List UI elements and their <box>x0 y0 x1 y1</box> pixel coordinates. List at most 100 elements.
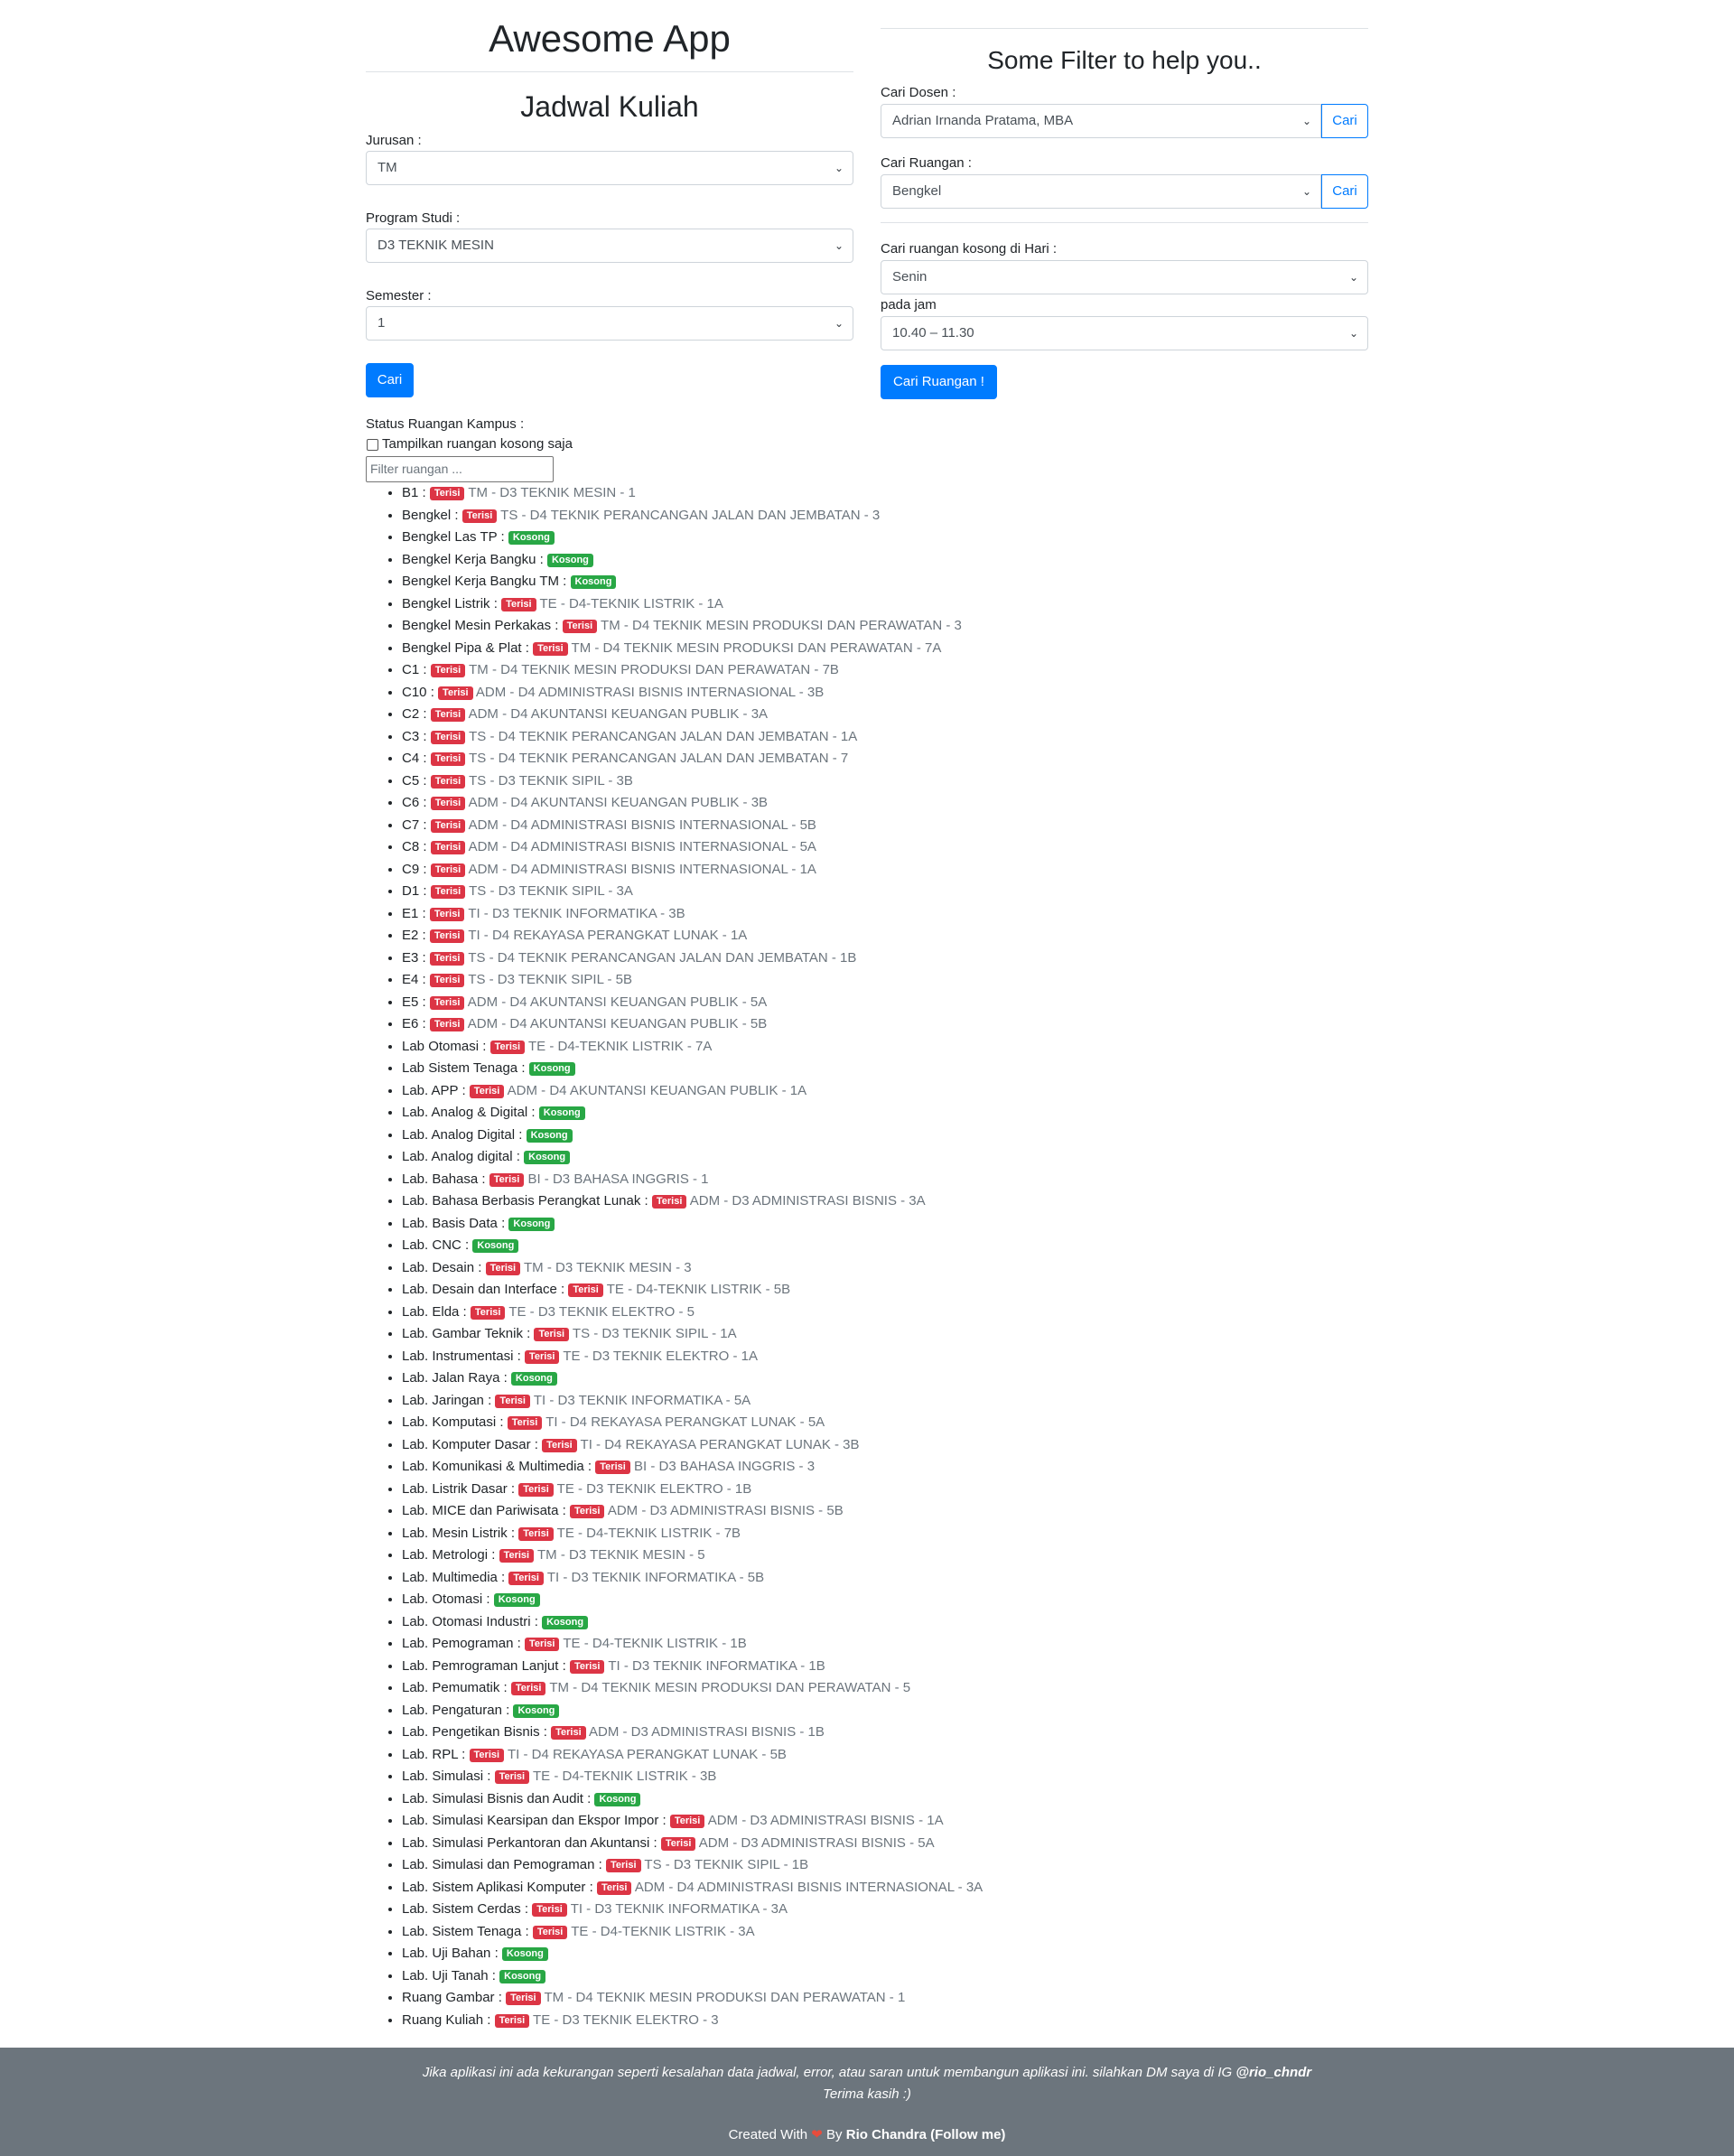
room-list-item: Lab. Uji Tanah : Kosong <box>402 1965 1359 1988</box>
room-schedule-info: TS - D4 TEKNIK PERANCANGAN JALAN DAN JEM… <box>469 728 858 744</box>
jurusan-select[interactable]: TM ⌄ <box>366 151 853 185</box>
room-name: Lab. Simulasi Bisnis dan Audit <box>402 1790 583 1806</box>
status-badge: Terisi <box>469 1748 505 1762</box>
room-name: Bengkel Listrik <box>402 595 490 611</box>
jadwal-title: Jadwal Kuliah <box>520 90 699 123</box>
chevron-down-icon: ⌄ <box>1301 185 1311 198</box>
room-name: Lab. Simulasi <box>402 1769 484 1784</box>
room-name: Lab. Simulasi dan Pemograman <box>402 1857 595 1872</box>
semester-label: Semester : <box>366 288 432 303</box>
status-badge: Terisi <box>495 1394 530 1408</box>
room-list-item: Lab. Komputer Dasar : Terisi TI - D4 REK… <box>402 1434 1359 1457</box>
status-badge: Kosong <box>594 1792 641 1806</box>
dosen-select[interactable]: Adrian Irnanda Pratama, MBA ⌄ <box>881 104 1321 138</box>
room-schedule-info: TS - D3 TEKNIK SIPIL - 3A <box>469 883 633 899</box>
prodi-select[interactable]: D3 TEKNIK MESIN ⌄ <box>366 229 853 263</box>
room-schedule-info: TM - D3 TEKNIK MESIN - 3 <box>524 1259 692 1275</box>
status-badge: Terisi <box>507 1416 543 1430</box>
room-list-item: Lab. Analog Digital : Kosong <box>402 1125 1359 1147</box>
room-list-item: Bengkel Mesin Perkakas : Terisi TM - D4 … <box>402 615 1359 638</box>
room-list-item: Lab. Elda : Terisi TE - D3 TEKNIK ELEKTR… <box>402 1302 1359 1324</box>
room-list-item: Lab. Desain dan Interface : Terisi TE - … <box>402 1279 1359 1302</box>
room-schedule-info: ADM - D4 AKUNTANSI KEUANGAN PUBLIK - 1A <box>507 1082 807 1098</box>
status-badge: Terisi <box>518 1482 554 1497</box>
room-name: Lab. Multimedia <box>402 1569 498 1585</box>
room-name: Lab. Desain dan Interface <box>402 1282 557 1297</box>
dosen-value: Adrian Irnanda Pratama, MBA <box>892 113 1074 128</box>
room-list-item: Lab. Analog digital : Kosong <box>402 1146 1359 1169</box>
room-list-item: Lab. Bahasa : Terisi BI - D3 BAHASA INGG… <box>402 1169 1359 1191</box>
room-list-item: C2 : Terisi ADM - D4 AKUNTANSI KEUANGAN … <box>402 704 1359 726</box>
room-list-item: D1 : Terisi TS - D3 TEKNIK SIPIL - 3A <box>402 881 1359 903</box>
status-badge: Kosong <box>570 575 617 589</box>
room-list-item: C9 : Terisi ADM - D4 ADMINISTRASI BISNIS… <box>402 859 1359 882</box>
hari-select[interactable]: Senin ⌄ <box>881 260 1368 294</box>
room-name: Bengkel Pipa & Plat <box>402 639 522 656</box>
room-list-item: Lab. Basis Data : Kosong <box>402 1213 1359 1236</box>
cari-ruangan-kosong-button[interactable]: Cari Ruangan ! <box>881 365 997 399</box>
room-name: Lab. Bahasa Berbasis Perangkat Lunak <box>402 1193 641 1209</box>
status-badge: Terisi <box>651 1195 687 1209</box>
status-badge: Kosong <box>524 1151 571 1164</box>
semester-select[interactable]: 1 ⌄ <box>366 306 853 341</box>
chevron-down-icon: ⌄ <box>1348 327 1358 340</box>
room-name: Lab. Jalan Raya <box>402 1370 500 1386</box>
room-name: C5 <box>402 772 420 789</box>
room-list-item: Lab. Komputasi : Terisi TI - D4 REKAYASA… <box>402 1412 1359 1434</box>
room-name: Lab. Simulasi Kearsipan dan Ekspor Impor <box>402 1813 659 1828</box>
room-list-item: C4 : Terisi TS - D4 TEKNIK PERANCANGAN J… <box>402 748 1359 770</box>
jam-select[interactable]: 10.40 – 11.30 ⌄ <box>881 316 1368 350</box>
room-name: E4 <box>402 972 419 987</box>
room-list-item: E2 : Terisi TI - D4 REKAYASA PERANGKAT L… <box>402 925 1359 947</box>
room-list-item: C1 : Terisi TM - D4 TEKNIK MESIN PRODUKS… <box>402 659 1359 682</box>
room-schedule-info: TI - D4 REKAYASA PERANGKAT LUNAK - 1A <box>468 928 748 943</box>
status-badge: Terisi <box>494 2013 530 2028</box>
room-list-item: Lab. Otomasi Industri : Kosong <box>402 1611 1359 1634</box>
room-schedule-info: ADM - D4 ADMINISTRASI BISNIS INTERNASION… <box>468 817 816 833</box>
room-schedule-info: TM - D4 TEKNIK MESIN PRODUKSI DAN PERAWA… <box>549 1680 911 1695</box>
status-badge: Kosong <box>508 531 555 545</box>
chevron-down-icon: ⌄ <box>834 317 844 330</box>
room-name: C1 <box>402 662 420 677</box>
author-link[interactable]: Rio Chandra (Follow me) <box>846 2127 1006 2142</box>
room-name: Bengkel Las TP <box>402 529 498 545</box>
room-name: Lab. Bahasa <box>402 1171 479 1187</box>
room-name: Ruang Kuliah <box>402 2011 484 2028</box>
room-name: Lab. RPL <box>402 1746 458 1762</box>
cari-dosen-button[interactable]: Cari <box>1321 104 1368 138</box>
footer-credit: Created With ❤ By Rio Chandra (Follow me… <box>0 2126 1734 2144</box>
ig-handle-link[interactable]: @rio_chndr <box>1235 2065 1311 2080</box>
room-schedule-info: TE - D3 TEKNIK ELEKTRO - 3 <box>533 2011 719 2028</box>
room-name: Lab. Sistem Aplikasi Komputer <box>402 1879 586 1895</box>
room-list-item: Lab. Jalan Raya : Kosong <box>402 1367 1359 1390</box>
jam-label: pada jam <box>881 297 937 313</box>
room-list-item: E1 : Terisi TI - D3 TEKNIK INFORMATIKA -… <box>402 903 1359 926</box>
room-list-item: Lab. Pengetikan Bisnis : Terisi ADM - D3… <box>402 1722 1359 1744</box>
ruangan-label: Cari Ruangan : <box>881 155 972 171</box>
room-name: Lab. Uji Bahan <box>402 1946 491 1961</box>
room-schedule-info: TS - D3 TEKNIK SIPIL - 3B <box>469 772 633 789</box>
room-name: Lab. Analog & Digital <box>402 1105 528 1120</box>
cari-jadwal-button[interactable]: Cari <box>366 363 414 397</box>
room-schedule-info: ADM - D3 ADMINISTRASI BISNIS - 3A <box>689 1193 926 1209</box>
room-name: Ruang Gambar <box>402 1990 495 2005</box>
room-schedule-info: ADM - D4 ADMINISTRASI BISNIS INTERNASION… <box>634 1879 984 1895</box>
status-badge: Kosong <box>510 1372 557 1386</box>
status-badge: Kosong <box>542 1615 589 1629</box>
room-list-item: Lab. MICE dan Pariwisata : Terisi ADM - … <box>402 1500 1359 1523</box>
kosong-only-checkbox[interactable] <box>367 438 378 451</box>
ruangan-select[interactable]: Bengkel ⌄ <box>881 174 1321 209</box>
kosong-only-checkbox-row[interactable]: Tampilkan ruangan kosong saja <box>366 435 1359 453</box>
room-name: Lab. Pemrograman Lanjut <box>402 1657 559 1674</box>
room-list-item: Lab. Metrologi : Terisi TM - D3 TEKNIK M… <box>402 1545 1359 1567</box>
room-schedule-info: TI - D3 TEKNIK INFORMATIKA - 1B <box>608 1657 825 1674</box>
semester-value: 1 <box>378 315 386 331</box>
filter-ruangan-input[interactable]: Filter ruangan ... <box>366 456 554 482</box>
room-list-item: Bengkel Kerja Bangku : Kosong <box>402 549 1359 572</box>
footer-message-text: Jika aplikasi ini ada kekurangan seperti… <box>422 2065 1233 2080</box>
room-name: Lab. Instrumentasi <box>402 1348 514 1364</box>
status-badge: Terisi <box>669 1815 705 1828</box>
status-label: Status Ruangan Kampus : <box>366 416 525 432</box>
cari-ruangan-button[interactable]: Cari <box>1321 174 1368 209</box>
filter-title: Some Filter to help you.. <box>987 46 1262 74</box>
